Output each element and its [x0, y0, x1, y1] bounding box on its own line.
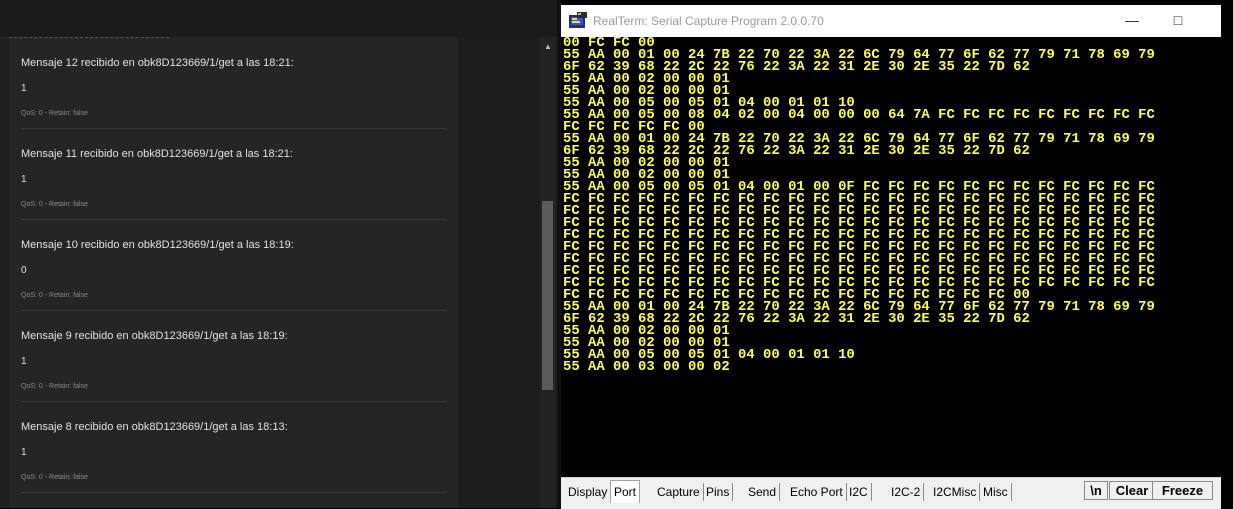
- message-meta: QoS: 0 - Retain: false: [21, 201, 88, 208]
- message-meta: QoS: 0 - Retain: false: [21, 292, 88, 299]
- terminal-output[interactable]: 00 FC FC 00 55 AA 00 01 00 24 7B 22 70 2…: [561, 37, 1221, 477]
- message-title: Mensaje 11 recibido en obk8D123669/1/get…: [21, 148, 293, 160]
- tab-capture[interactable]: Capture: [654, 483, 704, 501]
- message-value: 0: [21, 265, 27, 276]
- message-value: 1: [21, 174, 27, 185]
- message-value: 1: [21, 447, 27, 458]
- message-title: Mensaje 12 recibido en obk8D123669/1/get…: [21, 57, 294, 69]
- message-meta: QoS: 0 - Retain: false: [21, 474, 88, 481]
- window-title: RealTerm: Serial Capture Program 2.0.0.7…: [593, 14, 824, 28]
- clear-button[interactable]: Clear: [1109, 481, 1155, 500]
- message-title: Mensaje 10 recibido en obk8D123669/1/get…: [21, 239, 294, 251]
- tab-i2c[interactable]: I2C: [846, 483, 872, 501]
- scrollbar[interactable]: ▲: [540, 37, 556, 508]
- tab-port[interactable]: Port: [610, 480, 641, 503]
- newline-button[interactable]: \n: [1084, 481, 1108, 500]
- scroll-up-icon[interactable]: ▲: [544, 42, 552, 51]
- realterm-window: RealTerm: Serial Capture Program 2.0.0.7…: [561, 5, 1221, 509]
- terminal-line: 55 AA 00 03 00 00 02: [563, 359, 730, 375]
- freeze-button[interactable]: Freeze: [1152, 481, 1213, 500]
- message-title: Mensaje 8 recibido en obk8D123669/1/get …: [21, 421, 288, 433]
- tab-misc[interactable]: Misc: [980, 483, 1012, 501]
- message-meta: QoS: 0 - Retain: false: [21, 383, 88, 390]
- tab-bar: Display Port Capture Pins Send Echo Port…: [561, 477, 1221, 509]
- tab-pins[interactable]: Pins: [703, 483, 734, 501]
- tab-echo-port[interactable]: Echo Port: [787, 483, 847, 501]
- list-item[interactable]: Mensaje 12 recibido en obk8D123669/1/get…: [21, 37, 446, 129]
- message-title: Mensaje 9 recibido en obk8D123669/1/get …: [21, 330, 288, 342]
- list-item[interactable]: Mensaje 11 recibido en obk8D123669/1/get…: [21, 128, 446, 220]
- tab-send[interactable]: Send: [745, 483, 781, 501]
- tab-i2c-2[interactable]: I2C-2: [888, 483, 925, 501]
- list-item[interactable]: Mensaje 9 recibido en obk8D123669/1/get …: [21, 310, 446, 402]
- maximize-icon[interactable]: □: [1155, 5, 1201, 37]
- tab-i2cmisc[interactable]: I2CMisc: [930, 483, 981, 501]
- mqtt-toolbar: [0, 0, 557, 38]
- list-item[interactable]: Mensaje 10 recibido en obk8D123669/1/get…: [21, 219, 446, 311]
- terminal-text: 00 FC FC 00 55 AA 00 01 00 24 7B 22 70 2…: [563, 37, 1155, 375]
- title-bar[interactable]: RealTerm: Serial Capture Program 2.0.0.7…: [561, 5, 1221, 37]
- scroll-thumb[interactable]: [542, 201, 553, 390]
- realterm-icon: [569, 12, 587, 28]
- message-value: 1: [21, 356, 27, 367]
- list-item[interactable]: Mensaje 8 recibido en obk8D123669/1/get …: [21, 401, 446, 493]
- minimize-icon[interactable]: —: [1109, 5, 1155, 37]
- tab-display[interactable]: Display: [565, 483, 612, 501]
- message-list[interactable]: Mensaje 12 recibido en obk8D123669/1/get…: [9, 37, 458, 508]
- panel-gutter: [458, 37, 540, 508]
- message-meta: QoS: 0 - Retain: false: [21, 110, 88, 117]
- mqtt-panel: Mensaje 12 recibido en obk8D123669/1/get…: [0, 0, 557, 508]
- message-value: 1: [21, 83, 27, 94]
